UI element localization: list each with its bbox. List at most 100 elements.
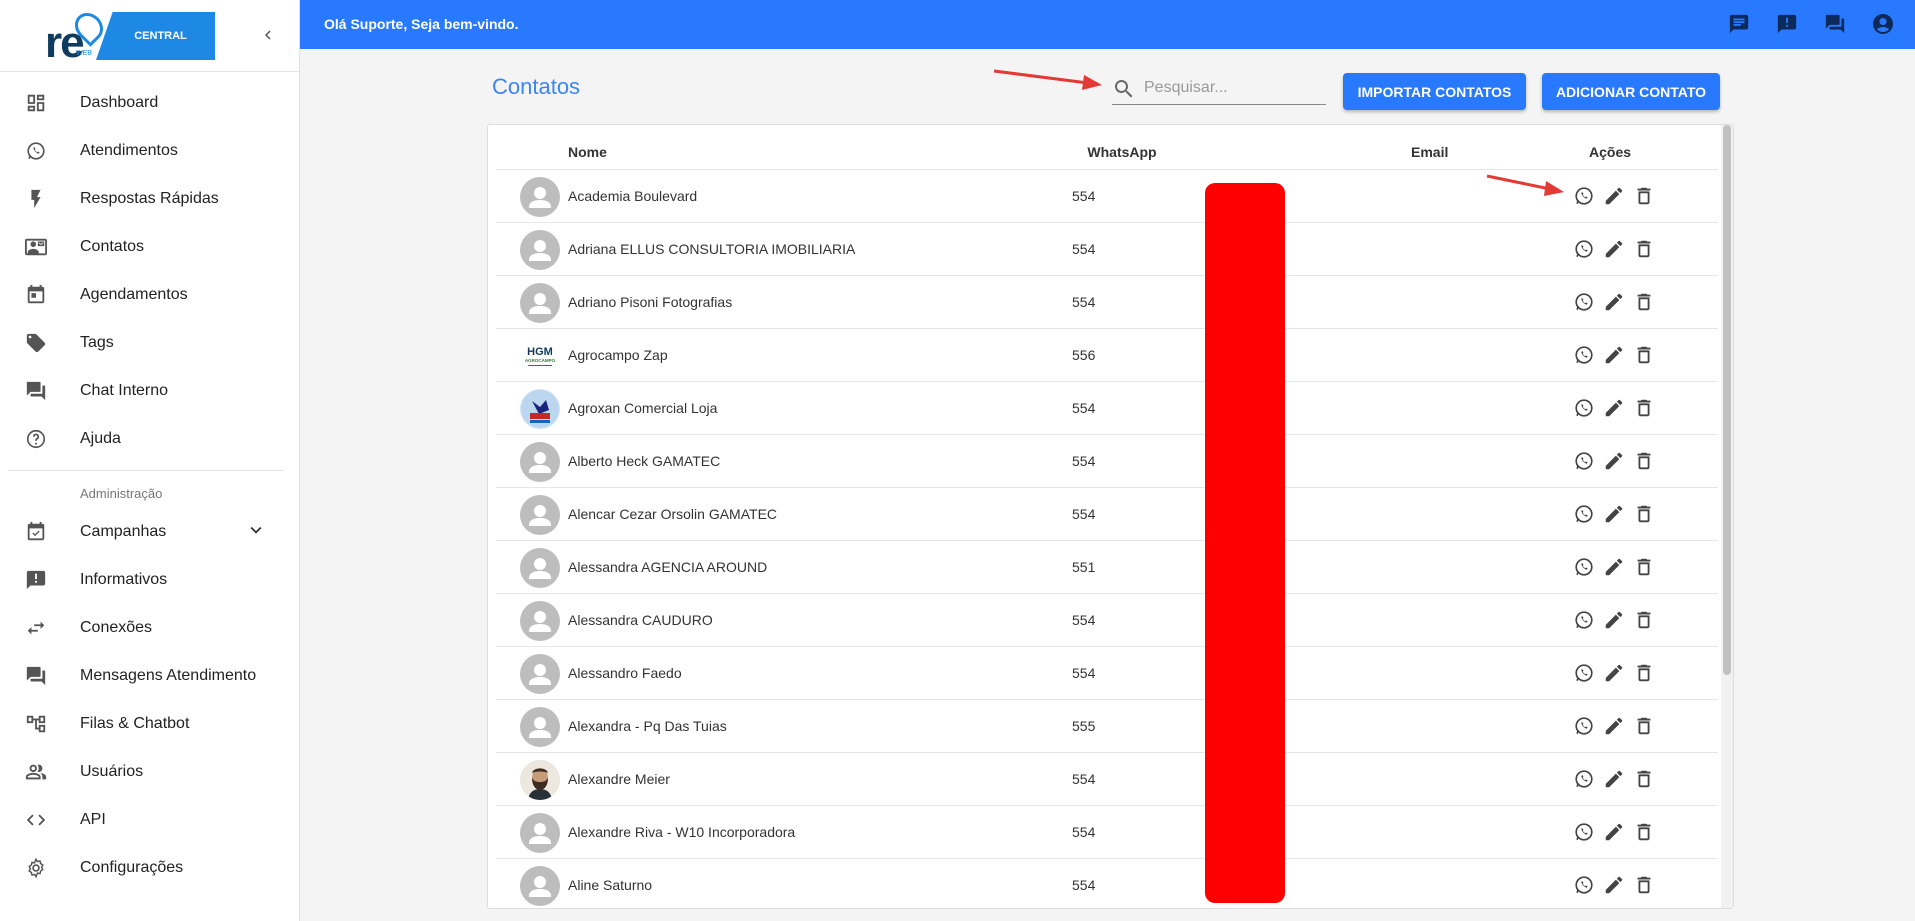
sidebar-item-usuarios[interactable]: Usuários — [0, 748, 300, 796]
delete-contact-button[interactable] — [1632, 449, 1656, 473]
edit-contact-button[interactable] — [1602, 449, 1626, 473]
open-whatsapp-button[interactable] — [1572, 767, 1596, 791]
scrollbar-thumb[interactable] — [1723, 125, 1731, 675]
sidebar-item-label: Contatos — [80, 238, 145, 255]
open-whatsapp-button[interactable] — [1572, 555, 1596, 579]
open-whatsapp-button[interactable] — [1572, 449, 1596, 473]
edit-contact-button[interactable] — [1602, 555, 1626, 579]
header-whatsapp: WhatsApp — [1087, 144, 1157, 160]
svg-text:HGM: HGM — [527, 346, 553, 358]
sidebar: re WEB CENTRAL Dashboard Atendimentos Resp… — [0, 0, 300, 921]
delete-contact-button[interactable] — [1632, 396, 1656, 420]
contact-avatar — [520, 283, 560, 323]
table-scrollbar[interactable] — [1721, 125, 1733, 908]
contact-whatsapp: 554 — [1072, 771, 1096, 787]
open-whatsapp-button[interactable] — [1572, 290, 1596, 314]
contact-name: Alexandre Meier — [568, 771, 670, 787]
sidebar-item-atendimentos[interactable]: Atendimentos — [0, 127, 300, 175]
edit-icon — [1605, 558, 1623, 576]
edit-contact-button[interactable] — [1602, 184, 1626, 208]
contact-whatsapp: 554 — [1072, 241, 1096, 257]
open-whatsapp-button[interactable] — [1572, 820, 1596, 844]
contact-whatsapp: 554 — [1072, 188, 1096, 204]
chevron-down-icon[interactable] — [245, 519, 267, 546]
open-whatsapp-button[interactable] — [1572, 502, 1596, 526]
delete-contact-button[interactable] — [1632, 555, 1656, 579]
open-whatsapp-button[interactable] — [1572, 343, 1596, 367]
open-whatsapp-button[interactable] — [1572, 714, 1596, 738]
add-contact-button[interactable]: ADICIONAR CONTATO — [1542, 73, 1720, 110]
sidebar-item-filas-chatbot[interactable]: Filas & Chatbot — [0, 700, 300, 748]
edit-contact-button[interactable] — [1602, 661, 1626, 685]
trash-icon — [1637, 770, 1651, 788]
search-input[interactable] — [1144, 76, 1322, 100]
contact-name: Alexandra - Pq Das Tuias — [568, 718, 727, 734]
row-actions — [1572, 237, 1656, 261]
people-icon — [24, 760, 48, 784]
sidebar-item-tags[interactable]: Tags — [0, 319, 300, 367]
delete-contact-button[interactable] — [1632, 714, 1656, 738]
person-icon — [529, 876, 551, 897]
trash-icon — [1637, 505, 1651, 523]
messages-button[interactable] — [1727, 12, 1751, 36]
sidebar-section-label: Administração — [80, 485, 163, 501]
open-whatsapp-button[interactable] — [1572, 184, 1596, 208]
delete-contact-button[interactable] — [1632, 608, 1656, 632]
delete-contact-button[interactable] — [1632, 290, 1656, 314]
sidebar-item-conexoes[interactable]: Conexões — [0, 604, 300, 652]
delete-contact-button[interactable] — [1632, 502, 1656, 526]
delete-contact-button[interactable] — [1632, 820, 1656, 844]
internal-chat-button[interactable] — [1823, 12, 1847, 36]
sidebar-item-informativos[interactable]: Informativos — [0, 556, 300, 604]
sidebar-item-agendamentos[interactable]: Agendamentos — [0, 271, 300, 319]
contact-avatar — [520, 548, 560, 588]
import-contacts-button[interactable]: IMPORTAR CONTATOS — [1343, 73, 1526, 110]
delete-contact-button[interactable] — [1632, 184, 1656, 208]
account-button[interactable] — [1871, 12, 1895, 36]
open-whatsapp-button[interactable] — [1572, 608, 1596, 632]
trash-icon — [1637, 823, 1651, 841]
sidebar-item-campanhas[interactable]: Campanhas — [0, 508, 300, 556]
sidebar-item-api[interactable]: API — [0, 796, 300, 844]
edit-contact-button[interactable] — [1602, 873, 1626, 897]
table-row: Alessandra AGENCIA AROUND 551 — [496, 541, 1718, 594]
edit-contact-button[interactable] — [1602, 502, 1626, 526]
edit-contact-button[interactable] — [1602, 608, 1626, 632]
sidebar-item-contatos[interactable]: Contatos — [0, 223, 300, 271]
sidebar-item-mensagens-atendimento[interactable]: Mensagens Atendimento — [0, 652, 300, 700]
delete-contact-button[interactable] — [1632, 343, 1656, 367]
delete-contact-button[interactable] — [1632, 873, 1656, 897]
sidebar-item-dashboard[interactable]: Dashboard — [0, 79, 300, 127]
whatsapp-icon — [1575, 611, 1593, 629]
logo-sub: WEB — [76, 50, 92, 57]
delete-contact-button[interactable] — [1632, 767, 1656, 791]
settings-icon-glyph — [28, 857, 44, 879]
sidebar-item-ajuda[interactable]: Ajuda — [0, 415, 300, 463]
sidebar-item-label: API — [80, 811, 106, 828]
row-actions — [1572, 502, 1656, 526]
open-whatsapp-button[interactable] — [1572, 873, 1596, 897]
person-icon — [529, 240, 551, 261]
contact-avatar — [520, 760, 560, 800]
edit-contact-button[interactable] — [1602, 343, 1626, 367]
sidebar-item-label: Respostas Rápidas — [80, 190, 219, 207]
delete-contact-button[interactable] — [1632, 661, 1656, 685]
open-whatsapp-button[interactable] — [1572, 237, 1596, 261]
delete-contact-button[interactable] — [1632, 237, 1656, 261]
sidebar-item-configuracoes[interactable]: Configurações — [0, 844, 300, 892]
edit-contact-button[interactable] — [1602, 237, 1626, 261]
open-whatsapp-button[interactable] — [1572, 661, 1596, 685]
announcements-button[interactable] — [1775, 12, 1799, 36]
edit-contact-button[interactable] — [1602, 714, 1626, 738]
collapse-sidebar-button[interactable] — [257, 24, 279, 46]
edit-contact-button[interactable] — [1602, 767, 1626, 791]
tag-icon — [24, 331, 48, 355]
edit-contact-button[interactable] — [1602, 820, 1626, 844]
open-whatsapp-button[interactable] — [1572, 396, 1596, 420]
edit-contact-button[interactable] — [1602, 396, 1626, 420]
sidebar-item-respostas-rapidas[interactable]: Respostas Rápidas — [0, 175, 300, 223]
sidebar-item-label: Mensagens Atendimento — [80, 667, 257, 684]
sidebar-item-chat-interno[interactable]: Chat Interno — [0, 367, 300, 415]
contact-name: Academia Boulevard — [568, 188, 698, 204]
edit-contact-button[interactable] — [1602, 290, 1626, 314]
